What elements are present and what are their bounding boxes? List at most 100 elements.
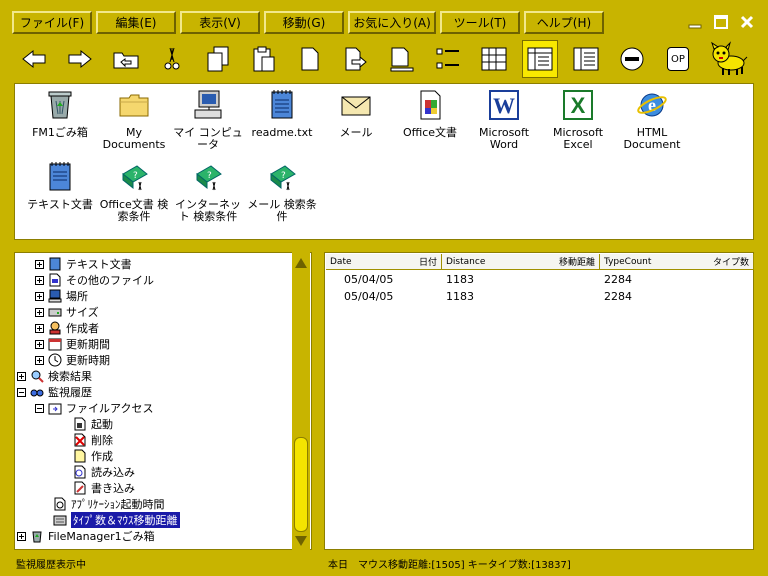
copy-icon[interactable] <box>200 40 236 78</box>
file-item-text-doc[interactable]: テキスト文書 <box>25 160 95 211</box>
view-details-icon[interactable] <box>522 40 558 78</box>
table-row[interactable]: 05/04/05 1183 2284 <box>326 290 754 306</box>
scroll-thumb[interactable] <box>294 437 308 532</box>
view-small-icons-icon[interactable] <box>568 40 604 78</box>
clock-icon <box>48 353 62 367</box>
write-icon <box>74 481 86 495</box>
tree-item-label: 更新時期 <box>66 354 110 367</box>
expand-icon[interactable] <box>35 275 44 285</box>
view-large-icons-icon[interactable] <box>476 40 512 78</box>
minimize-icon[interactable] <box>684 12 706 32</box>
cell-distance: 1183 <box>446 290 474 303</box>
file-item-mail[interactable]: メール <box>321 88 391 139</box>
dog-icon <box>706 40 752 78</box>
menu-edit[interactable]: 編集(E) <box>96 11 176 34</box>
file-item-label: Microsoft Excel <box>552 126 604 151</box>
tree-item-label: 監視履歴 <box>48 386 92 399</box>
tree-item[interactable]: ｱﾌﾟﾘｹｰｼｮﾝ起動時間 <box>53 496 165 512</box>
op-icon[interactable]: OP <box>660 40 696 78</box>
close-icon[interactable] <box>736 12 758 32</box>
file-item-mail-search[interactable]: ? メール 検索条件 <box>247 160 317 223</box>
file-item-office-doc[interactable]: Office文書 <box>395 88 465 139</box>
new-file-icon[interactable] <box>292 40 328 78</box>
expand-icon[interactable] <box>35 323 44 333</box>
expand-icon[interactable] <box>35 307 44 317</box>
expand-icon[interactable] <box>35 291 44 301</box>
menu-favorites[interactable]: お気に入り(A) <box>348 11 436 34</box>
collapse-icon[interactable] <box>35 403 44 413</box>
delete-icon[interactable] <box>384 40 420 78</box>
file-item-recycle[interactable]: FM1ごみ箱 <box>25 88 95 139</box>
forward-icon[interactable] <box>62 40 98 78</box>
column-header-typecount[interactable]: TypeCount タイプ数 <box>600 254 754 270</box>
back-icon[interactable] <box>16 40 52 78</box>
column-header-distance[interactable]: Distance 移動距離 <box>442 254 600 270</box>
table-row[interactable]: 05/04/05 1183 2284 <box>326 273 754 289</box>
view-list-icon[interactable] <box>430 40 466 78</box>
expand-icon[interactable] <box>35 355 44 365</box>
column-header-label-jp: 日付 <box>418 258 437 268</box>
tree-item-label: テキスト文書 <box>66 258 132 271</box>
expand-icon[interactable] <box>35 259 44 269</box>
tree-item[interactable]: 更新時期 <box>35 352 110 368</box>
tree-item[interactable]: サイズ <box>35 304 99 320</box>
app-time-icon <box>54 497 66 511</box>
column-header-date[interactable]: Date 日付 <box>326 254 442 270</box>
tree-item-label: 更新期間 <box>66 338 110 351</box>
column-header-label: TypeCount <box>604 256 652 267</box>
tree-item-label: その他のファイル <box>66 274 154 287</box>
file-item-readme[interactable]: readme.txt <box>247 88 317 139</box>
file-item-my-computer[interactable]: マイ コンピュータ <box>173 88 243 151</box>
menu-view[interactable]: 表示(V) <box>180 11 260 34</box>
paste-icon[interactable] <box>246 40 282 78</box>
tree-item[interactable]: その他のファイル <box>35 272 154 288</box>
tree-item[interactable]: ファイルアクセス <box>35 400 153 416</box>
file-item-html[interactable]: e HTML Document <box>617 88 687 151</box>
expand-icon[interactable] <box>17 531 26 541</box>
file-item-internet-search[interactable]: ? インターネット 検索条件 <box>173 160 243 223</box>
excel-icon: X <box>563 90 593 120</box>
tree-item[interactable]: 更新期間 <box>35 336 110 352</box>
collapse-icon[interactable] <box>17 387 26 397</box>
folder-up-icon[interactable] <box>108 40 144 78</box>
file-item-word[interactable]: W Microsoft Word <box>469 88 539 151</box>
file-item-label: Office文書 <box>402 126 458 139</box>
tree-item-label: 場所 <box>66 290 88 303</box>
tree-item[interactable]: 検索結果 <box>17 368 92 384</box>
tree-item[interactable]: 起動 <box>73 416 113 432</box>
tree-item[interactable]: テキスト文書 <box>35 256 132 272</box>
cut-icon[interactable] <box>154 40 190 78</box>
tree-item[interactable]: 作成 <box>73 448 113 464</box>
file-item-label: テキスト文書 <box>27 198 93 211</box>
tree-item-selected[interactable]: ﾀｲﾌﾟ数＆ﾏｳｽ移動距離 <box>53 512 180 528</box>
menu-go[interactable]: 移動(G) <box>264 11 344 34</box>
expand-icon[interactable] <box>17 371 26 381</box>
tree-item[interactable]: 書き込み <box>73 480 135 496</box>
maximize-icon[interactable] <box>710 12 732 32</box>
expand-icon[interactable] <box>35 339 44 349</box>
menu-help[interactable]: ヘルプ(H) <box>524 11 604 34</box>
scroll-up-icon[interactable] <box>294 256 308 270</box>
stop-icon[interactable] <box>614 40 650 78</box>
menu-tools[interactable]: ツール(T) <box>440 11 520 34</box>
tree-item[interactable]: 読み込み <box>73 464 135 480</box>
tree-item-label: ﾀｲﾌﾟ数＆ﾏｳｽ移動距離 <box>71 512 180 528</box>
scroll-down-icon[interactable] <box>294 534 308 548</box>
text-doc-icon <box>49 257 61 271</box>
file-item-excel[interactable]: X Microsoft Excel <box>543 88 613 151</box>
tree-item[interactable]: 作成者 <box>35 320 99 336</box>
file-item-my-documents[interactable]: My Documents <box>99 88 169 151</box>
tree-item[interactable]: 場所 <box>35 288 88 304</box>
tree-item[interactable]: 監視履歴 <box>17 384 92 400</box>
tree-item[interactable]: FileManager1ごみ箱 <box>17 528 155 544</box>
svg-text:X: X <box>571 93 586 118</box>
menu-file[interactable]: ファイル(F) <box>12 11 92 34</box>
tree-item-label: 書き込み <box>91 482 135 495</box>
tree-item[interactable]: 削除 <box>73 432 113 448</box>
move-icon[interactable] <box>338 40 374 78</box>
tree-scrollbar[interactable] <box>292 252 310 550</box>
glasses-icon <box>30 389 44 397</box>
file-item-office-search[interactable]: ? Office文書 検索条件 <box>99 160 169 223</box>
search-condition-icon: ? <box>122 165 148 191</box>
file-icon-pane: FM1ごみ箱 My Documents マイ コンピュータ readme.txt… <box>14 83 754 240</box>
